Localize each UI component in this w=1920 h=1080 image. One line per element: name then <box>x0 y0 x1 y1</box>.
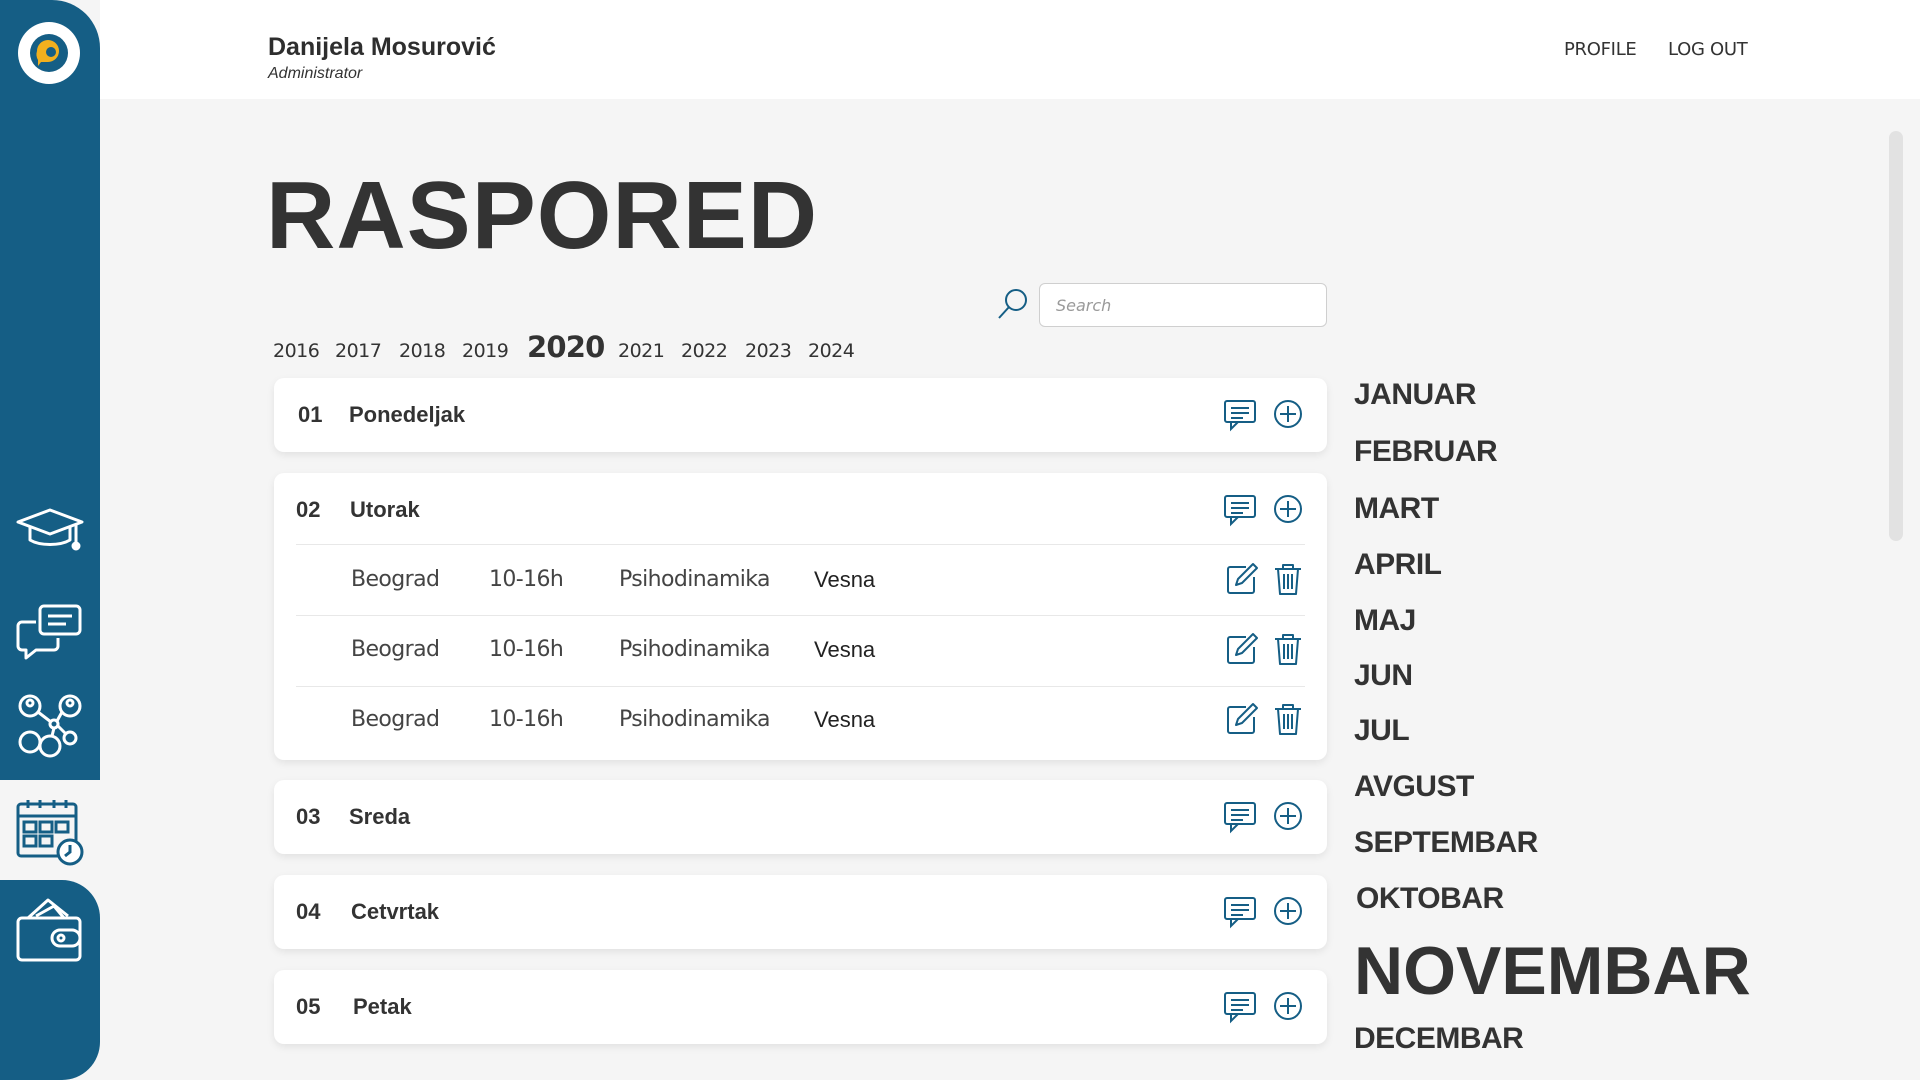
month-januar[interactable]: JANUAR <box>1354 378 1477 412</box>
profile-link[interactable]: PROFILE <box>1564 39 1637 60</box>
add-circle-icon[interactable] <box>1270 396 1306 432</box>
chat-icon[interactable] <box>14 596 86 668</box>
entry-person: Vesna <box>814 637 876 662</box>
day-name: Utorak <box>350 497 420 522</box>
user-role: Administrator <box>268 65 363 82</box>
top-header: Danijela Mosurović Administrator PROFILE… <box>100 0 1920 99</box>
entry-person: Vesna <box>814 567 876 592</box>
month-septembar[interactable]: SEPTEMBAR <box>1354 826 1538 860</box>
entry-time: 10-16h <box>489 567 564 592</box>
add-circle-icon[interactable] <box>1270 491 1306 527</box>
calendar-clock-icon[interactable] <box>14 796 86 868</box>
year-2018[interactable]: 2018 <box>399 340 446 362</box>
search-icon[interactable] <box>996 287 1030 321</box>
day-number: 05 <box>296 994 321 1019</box>
year-2020-selected[interactable]: 2020 <box>527 330 605 364</box>
page-title: RASPORED <box>266 162 819 269</box>
entry-time: 10-16h <box>489 637 564 662</box>
day-card: 01 Ponedeljak <box>274 378 1327 452</box>
entry-time: 10-16h <box>489 707 564 732</box>
year-2016[interactable]: 2016 <box>273 340 320 362</box>
year-2023[interactable]: 2023 <box>745 340 792 362</box>
trash-icon[interactable] <box>1270 561 1306 597</box>
year-2021[interactable]: 2021 <box>618 340 665 362</box>
edit-icon[interactable] <box>1224 701 1260 737</box>
search-input[interactable] <box>1039 283 1327 327</box>
row-divider <box>296 544 1305 545</box>
add-circle-icon[interactable] <box>1270 988 1306 1024</box>
comment-icon[interactable] <box>1222 396 1258 432</box>
comment-icon[interactable] <box>1222 798 1258 834</box>
entry-city: Beograd <box>351 567 440 592</box>
logout-link[interactable]: LOG OUT <box>1668 39 1748 60</box>
edit-icon[interactable] <box>1224 631 1260 667</box>
year-2022[interactable]: 2022 <box>681 340 728 362</box>
day-card: 04 Cetvrtak <box>274 875 1327 949</box>
scrollbar-thumb[interactable] <box>1889 131 1903 541</box>
wallet-icon[interactable] <box>14 894 86 966</box>
day-number: 03 <box>296 804 321 829</box>
day-card: 05 Petak <box>274 970 1327 1044</box>
month-oktobar[interactable]: OKTOBAR <box>1356 882 1504 916</box>
comment-icon[interactable] <box>1222 988 1258 1024</box>
user-name: Danijela Mosurović <box>268 33 496 61</box>
month-februar[interactable]: FEBRUAR <box>1354 435 1498 469</box>
year-2017[interactable]: 2017 <box>335 340 382 362</box>
day-card-expanded: 02 Utorak Beograd 10-16h Psihodinamika V… <box>274 473 1327 760</box>
month-jul[interactable]: JUL <box>1354 714 1410 748</box>
day-name: Sreda <box>349 804 411 829</box>
month-april[interactable]: APRIL <box>1354 548 1442 582</box>
day-name: Ponedeljak <box>349 402 466 427</box>
day-number: 02 <box>296 497 321 522</box>
entry-city: Beograd <box>351 637 440 662</box>
day-card: 03 Sreda <box>274 780 1327 854</box>
entry-subject: Psihodinamika <box>619 637 771 662</box>
graduation-cap-icon[interactable] <box>14 494 86 566</box>
people-network-icon[interactable] <box>14 690 86 762</box>
month-decembar[interactable]: DECEMBAR <box>1354 1022 1524 1056</box>
comment-icon[interactable] <box>1222 491 1258 527</box>
entry-city: Beograd <box>351 707 440 732</box>
entry-subject: Psihodinamika <box>619 707 771 732</box>
entry-subject: Psihodinamika <box>619 567 771 592</box>
add-circle-icon[interactable] <box>1270 798 1306 834</box>
year-2024[interactable]: 2024 <box>808 340 855 362</box>
trash-icon[interactable] <box>1270 631 1306 667</box>
year-2019[interactable]: 2019 <box>462 340 509 362</box>
row-divider <box>296 686 1305 687</box>
month-jun[interactable]: JUN <box>1354 659 1413 693</box>
trash-icon[interactable] <box>1270 701 1306 737</box>
logo-icon[interactable] <box>18 22 80 84</box>
sidebar <box>0 0 100 1080</box>
row-divider <box>296 615 1305 616</box>
month-mart[interactable]: MART <box>1354 492 1439 526</box>
day-name: Petak <box>353 994 412 1019</box>
comment-icon[interactable] <box>1222 893 1258 929</box>
day-name: Cetvrtak <box>351 899 440 924</box>
month-avgust[interactable]: AVGUST <box>1354 770 1474 804</box>
edit-icon[interactable] <box>1224 561 1260 597</box>
day-number: 04 <box>296 899 321 924</box>
add-circle-icon[interactable] <box>1270 893 1306 929</box>
entry-person: Vesna <box>814 707 876 732</box>
day-number: 01 <box>298 402 323 427</box>
month-novembar-selected[interactable]: NOVEMBAR <box>1354 932 1751 1010</box>
month-maj[interactable]: MAJ <box>1354 604 1416 638</box>
